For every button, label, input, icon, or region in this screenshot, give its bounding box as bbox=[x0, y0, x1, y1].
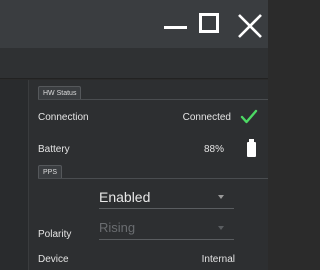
title-bar bbox=[0, 0, 268, 48]
chevron-down-icon bbox=[218, 226, 224, 230]
pps-mode-select[interactable]: Enabled bbox=[99, 187, 234, 209]
status-panel: HW Status Connection Connected Battery 8… bbox=[0, 80, 268, 270]
minimize-icon[interactable] bbox=[161, 10, 191, 40]
connection-value: Connected bbox=[182, 112, 231, 123]
tab-hw-status[interactable]: HW Status bbox=[38, 86, 82, 99]
polarity-label: Polarity bbox=[38, 229, 72, 240]
side-rail bbox=[0, 80, 29, 270]
polarity-select[interactable]: Rising bbox=[99, 218, 234, 240]
divider bbox=[38, 178, 268, 179]
close-icon[interactable] bbox=[234, 10, 264, 40]
toolbar bbox=[0, 48, 268, 79]
device-label: Device bbox=[38, 254, 69, 265]
chevron-down-icon bbox=[218, 195, 224, 199]
device-value: Internal bbox=[201, 254, 235, 265]
divider bbox=[38, 99, 268, 100]
pps-mode-value: Enabled bbox=[99, 189, 151, 205]
tab-pps[interactable]: PPS bbox=[38, 165, 63, 178]
maximize-icon[interactable] bbox=[196, 10, 226, 40]
battery-label: Battery bbox=[38, 144, 70, 155]
battery-icon bbox=[247, 139, 256, 157]
battery-value: 88% bbox=[203, 144, 224, 155]
connection-label: Connection bbox=[38, 112, 89, 123]
polarity-value: Rising bbox=[99, 220, 136, 235]
checkmark-icon bbox=[240, 109, 258, 124]
